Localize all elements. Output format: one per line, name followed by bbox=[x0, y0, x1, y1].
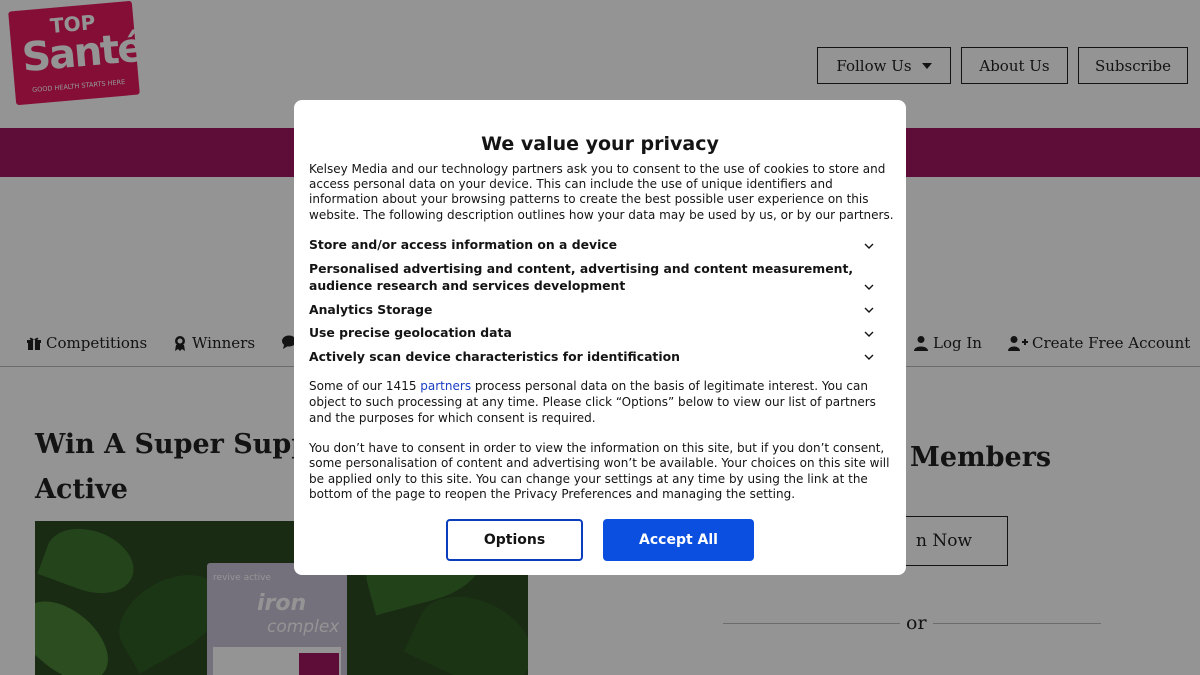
privacy-consent-dialog: We value your privacy Kelsey Media and o… bbox=[294, 100, 906, 575]
purpose-label: Analytics Storage bbox=[309, 301, 433, 317]
chevron-down-icon[interactable] bbox=[863, 304, 875, 316]
purpose-item[interactable]: Actively scan device characteristics for… bbox=[309, 348, 894, 366]
chevron-down-icon[interactable] bbox=[863, 281, 875, 293]
purpose-item[interactable]: Store and/or access information on a dev… bbox=[309, 236, 894, 254]
purpose-label: Actively scan device characteristics for… bbox=[309, 348, 680, 364]
dialog-title: We value your privacy bbox=[481, 133, 719, 155]
purpose-label: Use precise geolocation data bbox=[309, 325, 512, 340]
purpose-item[interactable]: Analytics Storage bbox=[309, 301, 894, 319]
purpose-label: Store and/or access information on a dev… bbox=[309, 237, 618, 252]
purpose-item[interactable]: Personalised advertising and content, ad… bbox=[309, 260, 894, 295]
consent-info-text: You don’t have to consent in order to vi… bbox=[309, 441, 890, 502]
options-button[interactable]: Options bbox=[446, 519, 583, 561]
purpose-list: Store and/or access information on a dev… bbox=[309, 236, 894, 365]
legitimate-interest-text: Some of our 1415 partners process person… bbox=[309, 379, 894, 426]
dialog-intro-text: Kelsey Media and our technology partners… bbox=[309, 162, 894, 222]
chevron-down-icon[interactable] bbox=[863, 351, 875, 363]
legit-prefix: Some of our 1415 bbox=[309, 379, 421, 393]
partners-link[interactable]: partners bbox=[420, 379, 471, 393]
chevron-down-icon[interactable] bbox=[863, 328, 875, 340]
chevron-down-icon[interactable] bbox=[863, 240, 875, 252]
purpose-label: Personalised advertising and content, ad… bbox=[309, 260, 854, 294]
accept-all-button[interactable]: Accept All bbox=[603, 519, 754, 561]
purpose-item[interactable]: Use precise geolocation data bbox=[309, 324, 894, 342]
